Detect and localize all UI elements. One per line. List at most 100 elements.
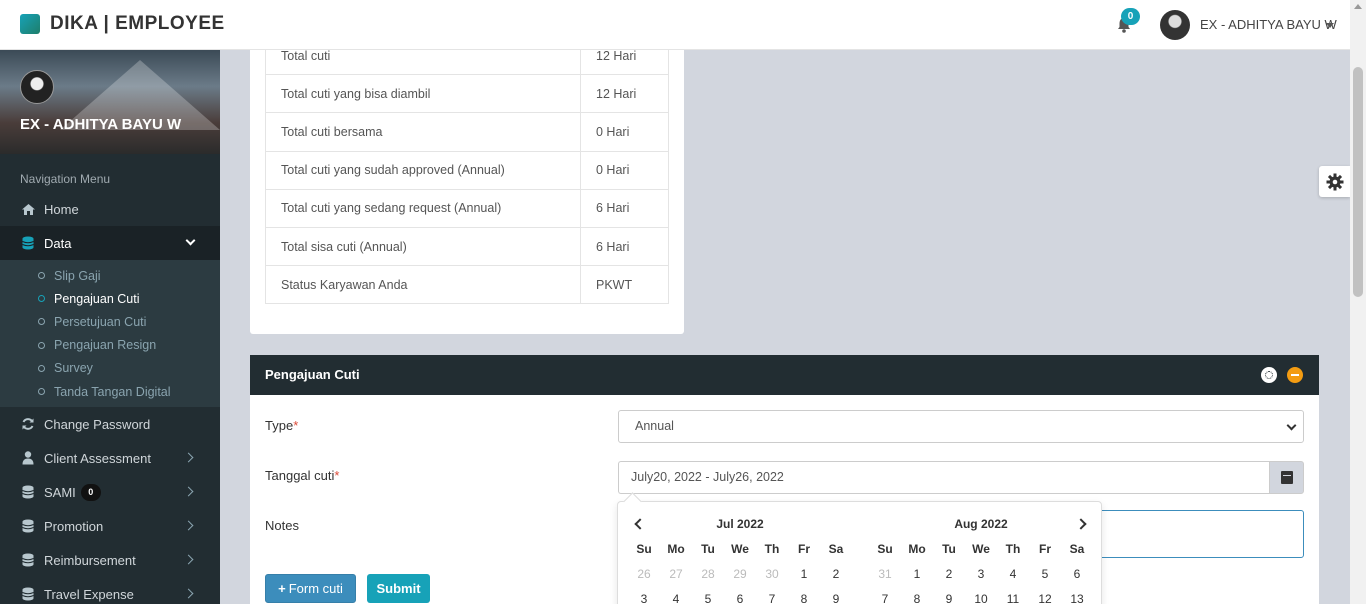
sidebar-item-change-password[interactable]: Change Password [0, 407, 220, 441]
calendar-day[interactable]: 29 [724, 567, 756, 581]
chevron-right-icon [183, 452, 194, 463]
circle-icon [38, 388, 45, 396]
scrollbar-thumb[interactable] [1353, 67, 1363, 297]
panel-header: Pengajuan Cuti [250, 355, 1319, 395]
calendar-day[interactable]: 1 [788, 567, 820, 581]
sidebar-item-sami[interactable]: SAMI 0 [0, 475, 220, 509]
chevron-left-icon[interactable] [634, 518, 646, 530]
weekday-row: Su Mo Tu We Th Fr Sa [869, 536, 1093, 561]
sidebar-item-label: Promotion [44, 518, 104, 534]
weekday-label: Mo [908, 541, 926, 556]
row-value: 6 Hari [580, 188, 669, 228]
submit-button[interactable]: Submit [367, 574, 430, 603]
user-menu-name[interactable]: EX - ADHITYA BAYU W [1200, 17, 1337, 32]
chevron-right-icon[interactable] [1075, 518, 1087, 530]
calendar-day[interactable]: 4 [660, 592, 692, 604]
leave-summary-table: Total cuti 12 Hari Total cuti yang bisa di… [265, 35, 669, 305]
type-label: Type* [265, 418, 299, 433]
page-scrollbar[interactable] [1350, 0, 1366, 604]
calendar-day[interactable]: 5 [1029, 567, 1061, 581]
scroll-up-arrow-icon[interactable] [1354, 4, 1362, 9]
sidebar-item-home[interactable]: Home [0, 192, 220, 226]
sidebar-item-promotion[interactable]: Promotion [0, 509, 220, 543]
form-cuti-button[interactable]: + Form cuti [265, 574, 356, 603]
calendar-day[interactable]: 3 [965, 567, 997, 581]
weekday-label: Th [1005, 541, 1021, 556]
home-icon [20, 202, 36, 216]
subitem-label: Pengajuan Cuti [54, 291, 140, 306]
calendar-day[interactable]: 1 [901, 567, 933, 581]
row-label: Total cuti yang sedang request (Annual) [265, 188, 581, 228]
move-icon[interactable] [1261, 367, 1277, 383]
sidebar-item-travel-expense[interactable]: Travel Expense [0, 577, 220, 604]
date-range-input[interactable]: July20, 2022 - July26, 2022 [618, 461, 1269, 494]
calendar-day[interactable]: 30 [756, 567, 788, 581]
circle-icon [38, 318, 45, 326]
calendar-day[interactable]: 6 [1061, 567, 1093, 581]
calendar-day[interactable]: 28 [692, 567, 724, 581]
calendar-week-row: 7 8 9 10 11 12 13 [869, 586, 1093, 604]
calendar-day[interactable]: 3 [628, 592, 660, 604]
database-icon [20, 485, 36, 499]
calendar-day[interactable]: 27 [660, 567, 692, 581]
calendar-day[interactable]: 9 [933, 592, 965, 604]
sidebar-subitem-pengajuan-resign[interactable]: Pengajuan Resign [0, 334, 220, 357]
weekday-label: We [731, 541, 749, 556]
sidebar-subitem-persetujuan-cuti[interactable]: Persetujuan Cuti [0, 310, 220, 333]
sidebar-item-client-assessment[interactable]: Client Assessment [0, 441, 220, 475]
panel-title: Pengajuan Cuti [265, 367, 360, 382]
calendar-day[interactable]: 7 [756, 592, 788, 604]
database-icon [20, 587, 36, 601]
calendar-day[interactable]: 11 [997, 592, 1029, 604]
calendar-day[interactable]: 2 [820, 567, 852, 581]
settings-gear-button[interactable] [1319, 166, 1350, 197]
calendar-left: Jul 2022 Su Mo Tu We Th Fr Sa 26 27 28 29 30 1 2 3 4 5 6… [628, 512, 852, 604]
sidebar-subitem-slip-gaji[interactable]: Slip Gaji [0, 264, 220, 287]
sidebar-item-data[interactable]: Data [0, 226, 220, 260]
nav-header: Navigation Menu [20, 172, 111, 186]
circle-icon [38, 364, 45, 372]
user-avatar[interactable] [1160, 10, 1190, 40]
calendar-day[interactable]: 2 [933, 567, 965, 581]
calendar-day[interactable]: 6 [724, 592, 756, 604]
date-picker-button[interactable] [1269, 461, 1304, 494]
brand[interactable]: DIKA | EMPLOYEE [20, 13, 225, 35]
calendar-day[interactable]: 31 [869, 567, 901, 581]
calendar-week-row: 26 27 28 29 30 1 2 [628, 561, 852, 586]
sidebar-subitem-survey[interactable]: Survey [0, 357, 220, 380]
weekday-label: Sa [1069, 541, 1085, 556]
caret-down-icon[interactable] [1326, 23, 1334, 28]
chevron-right-icon [183, 588, 194, 599]
chevron-down-icon [185, 235, 196, 246]
calendar-day[interactable]: 8 [901, 592, 933, 604]
sidebar-item-label: Data [44, 235, 72, 251]
type-select[interactable]: Annual [618, 410, 1304, 443]
table-row: Total cuti bersama 0 Hari [265, 112, 669, 152]
sidebar-item-label: Client Assessment [44, 450, 151, 466]
calendar-day[interactable]: 5 [692, 592, 724, 604]
circle-icon [38, 295, 45, 303]
calendar-day[interactable]: 7 [869, 592, 901, 604]
calendar-day[interactable]: 4 [997, 567, 1029, 581]
sidebar-subitem-tanda-tangan-digital[interactable]: Tanda Tangan Digital [0, 380, 220, 403]
sidebar-item-reimbursement[interactable]: Reimbursement [0, 543, 220, 577]
calendar-day[interactable]: 26 [628, 567, 660, 581]
circle-icon [38, 272, 45, 280]
sidebar-subitem-pengajuan-cuti[interactable]: Pengajuan Cuti [0, 287, 220, 310]
date-range-picker: Jul 2022 Su Mo Tu We Th Fr Sa 26 27 28 29 30 1 2 3 4 5 6… [617, 501, 1102, 604]
calendar-day[interactable]: 13 [1061, 592, 1093, 604]
circle-icon [38, 341, 45, 349]
calendar-day[interactable]: 8 [788, 592, 820, 604]
weekday-label: Sa [828, 541, 844, 556]
subitem-label: Persetujuan Cuti [54, 314, 147, 329]
calendar-day[interactable]: 9 [820, 592, 852, 604]
collapse-icon[interactable] [1287, 367, 1303, 383]
calendar-day[interactable]: 10 [965, 592, 997, 604]
calendar-left-header: Jul 2022 [628, 512, 852, 536]
date-label: Tanggal cuti* [265, 468, 340, 483]
chevron-down-icon [1286, 420, 1297, 431]
weekday-label: Tu [701, 541, 715, 556]
calendar-day[interactable]: 12 [1029, 592, 1061, 604]
subitem-label: Tanda Tangan Digital [54, 384, 171, 399]
type-select-value: Annual [635, 419, 674, 433]
